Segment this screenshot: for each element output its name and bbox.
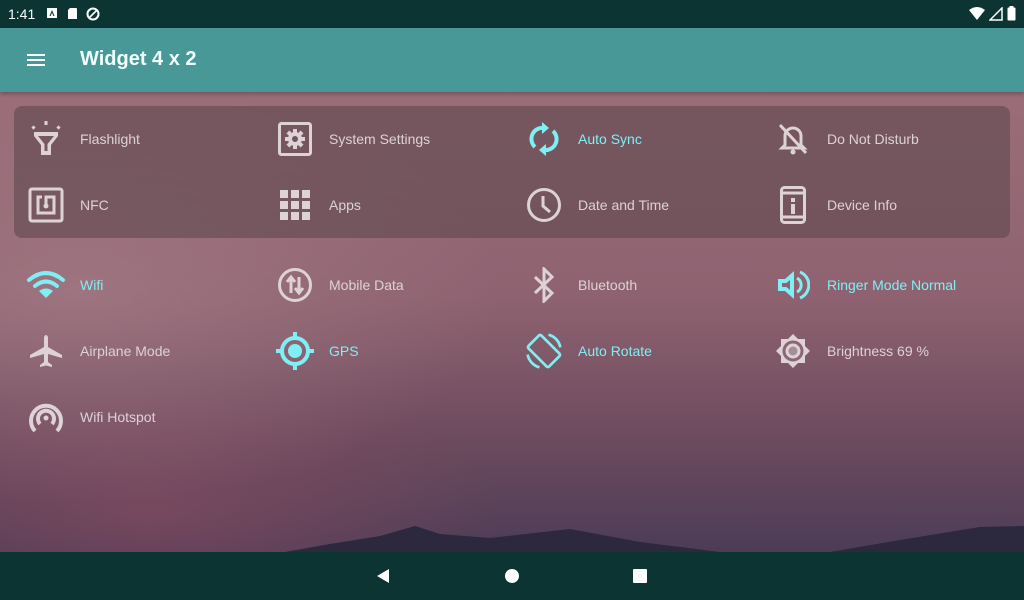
tile-label: Device Info <box>827 197 898 213</box>
tile-apps[interactable]: Apps <box>263 177 503 233</box>
battery-icon <box>1007 6 1016 21</box>
tile-flashlight[interactable]: Flashlight <box>14 111 254 167</box>
tile-device-info[interactable]: Device Info <box>761 177 1001 233</box>
flashlight-icon <box>26 119 66 159</box>
sync-icon <box>524 119 564 159</box>
hamburger-menu-icon[interactable] <box>24 48 48 72</box>
tile-system-settings[interactable]: System Settings <box>263 111 503 167</box>
tile-auto-sync[interactable]: Auto Sync <box>512 111 752 167</box>
mobile-data-icon <box>275 265 315 305</box>
tile-label: Apps <box>329 197 361 213</box>
settings-icon <box>275 119 315 159</box>
bluetooth-icon <box>524 265 564 305</box>
tile-do-not-disturb[interactable]: Do Not Disturb <box>761 111 1001 167</box>
toggle-ringer-mode[interactable]: Ringer Mode Normal <box>761 257 1001 313</box>
tile-label: GPS <box>329 343 359 359</box>
tile-label: Airplane Mode <box>80 343 171 359</box>
navigation-bar <box>0 552 1024 600</box>
toggle-brightness[interactable]: Brightness 69 % <box>761 323 1001 379</box>
status-time: 1:41 <box>8 6 36 22</box>
tile-label: Auto Rotate <box>578 343 652 359</box>
bell-off-icon <box>773 119 813 159</box>
gps-icon <box>275 331 315 371</box>
clock-icon <box>524 185 564 225</box>
nfc-icon <box>26 185 66 225</box>
tile-label: NFC <box>80 197 109 213</box>
recents-icon[interactable] <box>628 564 652 588</box>
toggle-wifi[interactable]: Wifi <box>14 257 254 313</box>
tile-label: Date and Time <box>578 197 670 213</box>
volume-icon <box>773 265 813 305</box>
toggle-auto-rotate[interactable]: Auto Rotate <box>512 323 752 379</box>
tile-label: Flashlight <box>80 131 140 147</box>
tile-label: Auto Sync <box>578 131 642 147</box>
toggle-gps[interactable]: GPS <box>263 323 503 379</box>
device-info-icon <box>773 185 813 225</box>
tile-label: Brightness 69 % <box>827 343 929 359</box>
toggle-mobile-data[interactable]: Mobile Data <box>263 257 503 313</box>
auto-rotate-icon <box>524 331 564 371</box>
tile-label: Mobile Data <box>329 277 404 293</box>
tile-label: Do Not Disturb <box>827 131 919 147</box>
back-icon[interactable] <box>371 564 395 588</box>
toggle-wifi-hotspot[interactable]: Wifi Hotspot <box>14 389 254 445</box>
tile-label: Ringer Mode Normal <box>827 277 957 293</box>
cell-signal-icon <box>989 6 1003 21</box>
sync-disabled-icon <box>86 7 100 21</box>
hotspot-icon <box>26 397 66 437</box>
tile-label: Wifi Hotspot <box>80 409 156 425</box>
toggle-airplane-mode[interactable]: Airplane Mode <box>14 323 254 379</box>
sd-card-icon <box>68 8 77 19</box>
widget-preview-area: Flashlight System Settings Auto Sync Do … <box>0 92 1024 552</box>
widget-card: Flashlight System Settings Auto Sync Do … <box>14 106 1010 238</box>
status-bar: 1:41 <box>0 0 1024 28</box>
brightness-icon <box>773 331 813 371</box>
app-notification-icon <box>47 8 57 18</box>
toggle-bluetooth[interactable]: Bluetooth <box>512 257 752 313</box>
tile-label: System Settings <box>329 131 431 147</box>
tile-label: Bluetooth <box>578 277 638 293</box>
tile-nfc[interactable]: NFC <box>14 177 254 233</box>
tile-label: Wifi <box>80 277 104 293</box>
apps-grid-icon <box>275 185 315 225</box>
home-icon[interactable] <box>500 564 524 588</box>
wifi-signal-icon <box>969 6 985 20</box>
wallpaper-mountains <box>285 526 1024 552</box>
tile-date-time[interactable]: Date and Time <box>512 177 752 233</box>
airplane-icon <box>26 331 66 371</box>
page-title: Widget 4 x 2 <box>80 48 197 70</box>
app-bar: Widget 4 x 2 <box>0 28 1024 92</box>
wifi-icon <box>26 265 66 305</box>
